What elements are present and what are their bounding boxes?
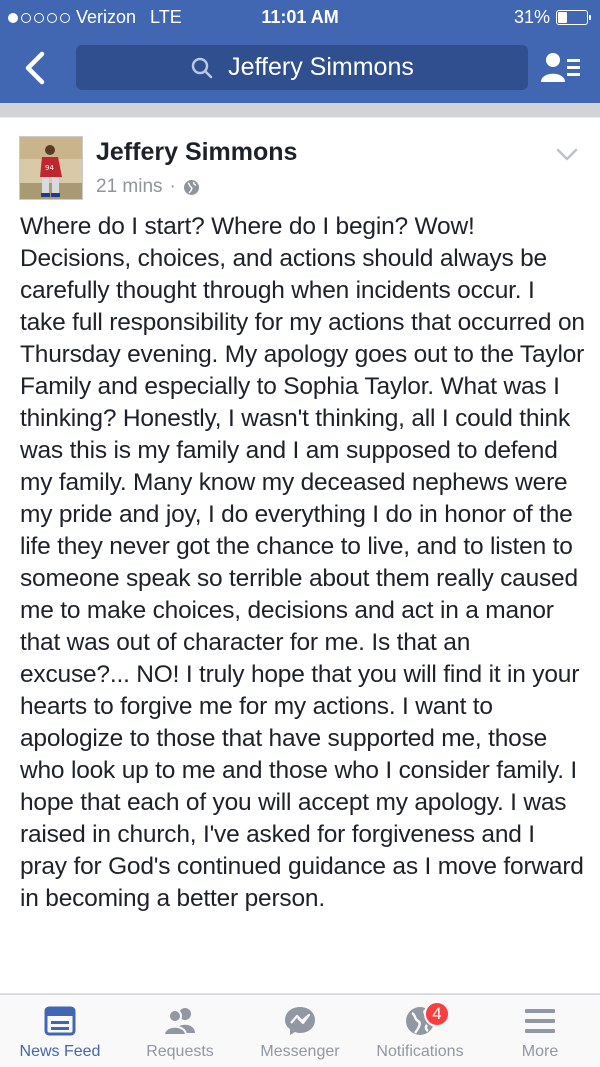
battery-icon <box>556 10 591 25</box>
post-timestamp[interactable]: 21 mins <box>96 176 163 198</box>
back-arrow-icon[interactable] <box>18 48 52 88</box>
globe-icon <box>183 179 199 195</box>
messenger-icon <box>285 1007 315 1035</box>
tab-more[interactable]: More <box>480 995 600 1067</box>
menu-icon <box>525 1009 555 1033</box>
post-card: 94 Jeffery Simmons 21 mins · Where do I … <box>0 118 600 994</box>
battery-info: 31% <box>513 7 591 28</box>
tab-label: Notifications <box>376 1043 464 1060</box>
divider <box>0 103 600 117</box>
meta-separator: · <box>169 176 176 197</box>
notification-count-badge: 4 <box>424 1001 450 1027</box>
profile-list-icon[interactable] <box>540 50 582 86</box>
clock: 11:01 AM <box>261 7 339 27</box>
search-icon <box>191 57 213 78</box>
tab-messenger[interactable]: Messenger <box>240 995 360 1067</box>
tab-label: Requests <box>146 1043 214 1060</box>
tab-notifications[interactable]: Notifications 4 <box>360 995 480 1067</box>
status-bar: Verizon LTE 11:01 AM 31% <box>0 0 600 34</box>
top-navigation-bar: Verizon LTE 11:01 AM 31% Jeffery Simmons <box>0 0 600 103</box>
tab-label: News Feed <box>19 1043 101 1060</box>
search-query: Jeffery Simmons <box>228 53 414 81</box>
friend-requests-icon <box>163 1008 195 1036</box>
tab-label: Messenger <box>260 1043 340 1060</box>
svg-text:94: 94 <box>45 164 54 172</box>
news-feed-icon <box>44 1006 76 1036</box>
tab-news-feed[interactable]: News Feed <box>0 995 120 1067</box>
bottom-tab-bar: News Feed Requests Messenger Notificatio… <box>0 994 600 1067</box>
chevron-down-icon[interactable] <box>556 148 578 162</box>
tab-label: More <box>521 1043 559 1060</box>
avatar[interactable]: 94 <box>19 136 83 200</box>
post-body: Where do I start? Where do I begin? Wow!… <box>20 213 585 912</box>
profile-photo: 94 <box>20 137 82 199</box>
tab-requests[interactable]: Requests <box>120 995 240 1067</box>
battery-percent: 31% <box>513 7 550 27</box>
search-bar[interactable]: Jeffery Simmons <box>76 45 528 90</box>
post-author[interactable]: Jeffery Simmons <box>96 138 297 167</box>
post-meta: 21 mins · <box>96 176 200 198</box>
